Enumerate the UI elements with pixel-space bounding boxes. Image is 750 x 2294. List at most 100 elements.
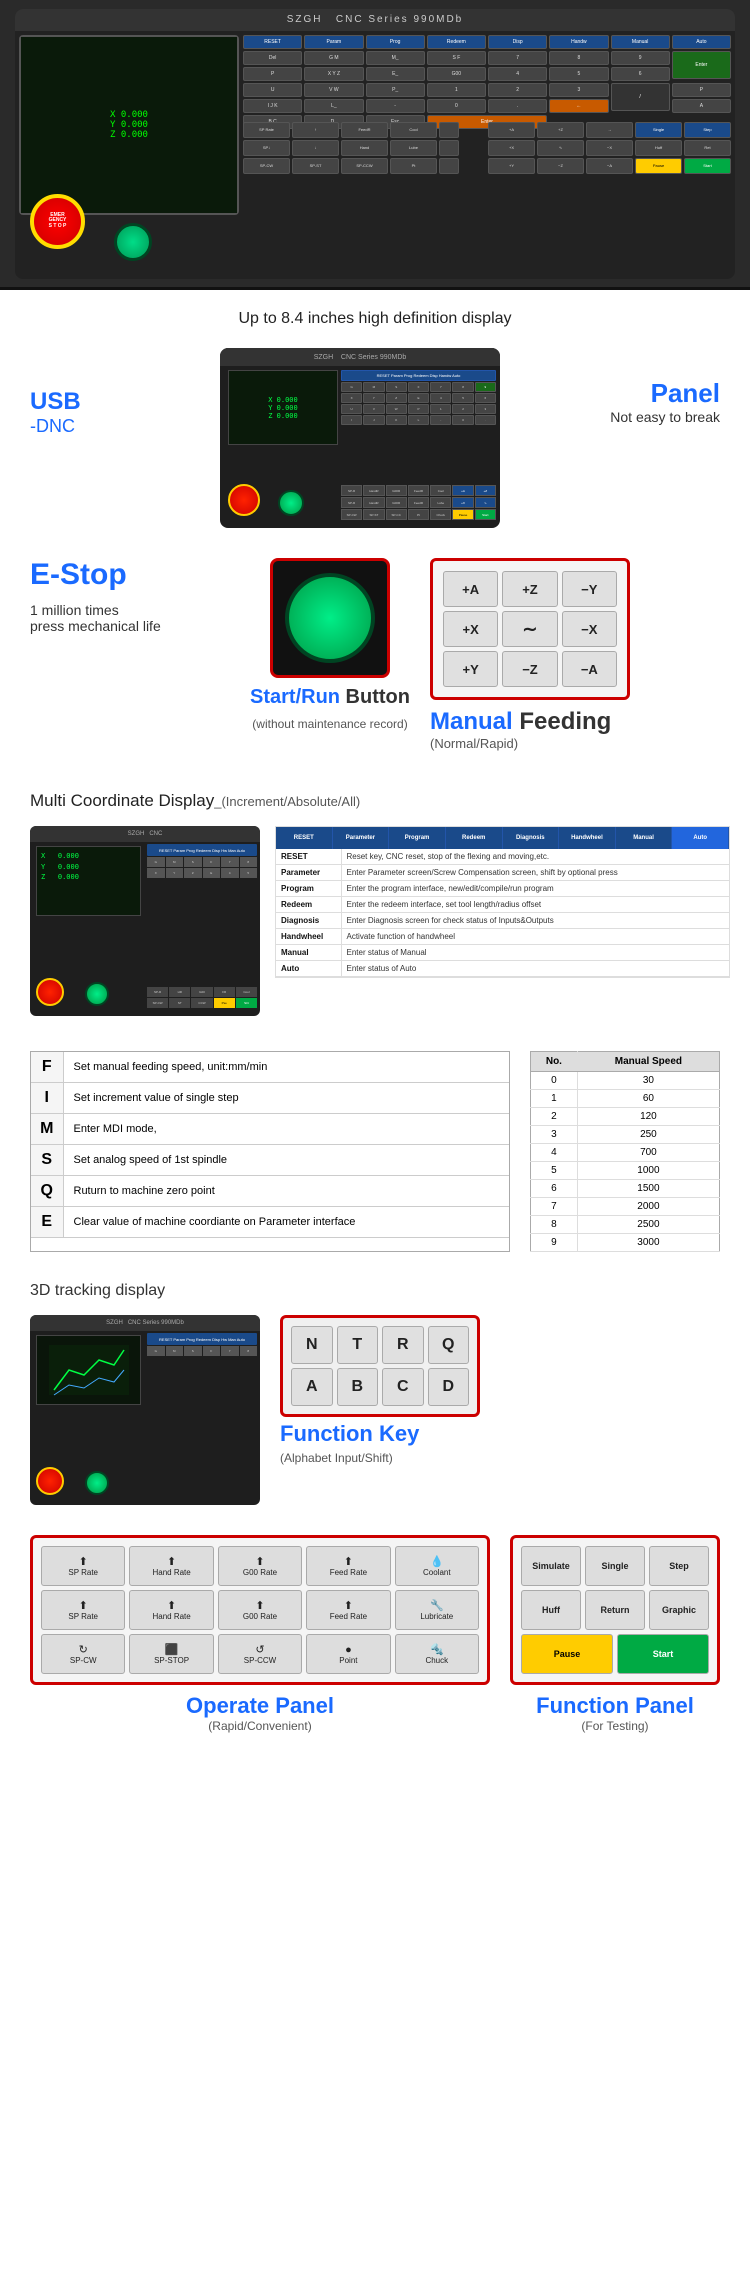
fp-cell-start[interactable]: Start [617,1634,709,1674]
op-cell-feed-rate[interactable]: ⬆Feed Rate [306,1546,390,1586]
manual-feeding-label: Manual Feeding [430,708,611,736]
fp-cell-single[interactable]: Single [585,1546,645,1586]
manual-key-4: ∼ [502,611,557,647]
section-multi-coordinate: Multi Coordinate Display_(Increment/Abso… [0,781,750,1036]
op-cell-hand-rate[interactable]: ⬆Hand Rate [129,1590,213,1630]
op-cell-g00-rate[interactable]: ⬆G00 Rate [218,1546,302,1586]
top-controller-image: SZGH CNC Series 990MDb X 0.000 Y 0.000 Z… [0,0,750,290]
emergency-stop-button[interactable]: EMERGENCYS T O P [30,194,85,249]
section-function-keys: FSet manual feeding speed, unit:mm/minIS… [0,1036,750,1267]
manual-feeding-sub: (Normal/Rapid) [430,736,518,751]
function-key-title: Function Key [280,1421,419,1447]
coord-top-btn-auto[interactable]: Auto [672,827,729,849]
coord-top-btn-parameter[interactable]: Parameter [333,827,390,849]
panel-label: Panel [590,378,720,409]
main-screen: X 0.000 Y 0.000 Z 0.000 [19,35,239,215]
operate-title: Operate Panel [30,1693,490,1719]
op-cell-chuck[interactable]: 🔩Chuck [395,1634,479,1674]
manual-key-1: +Z [502,571,557,607]
op-cell-lubricate[interactable]: 🔧Lubricate [395,1590,479,1630]
coord-table-row: RedeemEnter the redeem interface, set to… [276,897,729,913]
function-key-box: NTRQ ABCD [280,1315,480,1417]
tracking-title: 3D tracking display [30,1282,720,1300]
speed-row: 82500 [531,1216,720,1234]
fp-cell-pause[interactable]: Pause [521,1634,613,1674]
section-84-inches: Up to 8.4 inches high definition display… [0,290,750,548]
function-key-A[interactable]: A [291,1368,333,1406]
panel-sub-label: Not easy to break [590,409,720,425]
tracking-emergency [36,1467,64,1495]
function-panel-title: Function Panel [510,1693,720,1719]
op-cell-sp-rate[interactable]: ⬆SP Rate [41,1590,125,1630]
section-3d-tracking: 3D tracking display SZGH CNC Series 990M… [0,1267,750,1520]
speed-row: 72000 [531,1198,720,1216]
coord-title: Multi Coordinate Display_(Increment/Abso… [30,791,730,811]
manual-key-5: −X [562,611,617,647]
fp-cell-huff[interactable]: Huff [521,1590,581,1630]
fkey-row: MEnter MDI mode, [31,1114,509,1145]
op-cell-sp-ccw[interactable]: ↺SP-CCW [218,1634,302,1674]
fp-cell-graphic[interactable]: Graphic [649,1590,709,1630]
section-estop: E-Stop 1 million times press mechanical … [0,548,750,781]
coord-table-row: HandwheelActivate function of handwheel [276,929,729,945]
function-key-D[interactable]: D [428,1368,470,1406]
coord-emergency [36,978,64,1006]
big-estop-box [270,558,390,678]
fkey-row: FSet manual feeding speed, unit:mm/min [31,1052,509,1083]
speed-row: 4700 [531,1144,720,1162]
mini-emergency-stop [228,484,260,516]
coord-top-btn-handwheel[interactable]: Handwheel [559,827,616,849]
function-panel-sub: (For Testing) [510,1719,720,1733]
big-green-button[interactable] [285,573,375,663]
operate-panel-box: ⬆SP Rate⬆Hand Rate⬆G00 Rate⬆Feed Rate💧Co… [30,1535,490,1685]
fp-cell-return[interactable]: Return [585,1590,645,1630]
section-84-title: Up to 8.4 inches high definition display [30,310,720,328]
function-key-sub: (Alphabet Input/Shift) [280,1451,393,1465]
function-key-N[interactable]: N [291,1326,333,1364]
fkeys-table-container: FSet manual feeding speed, unit:mm/minIS… [30,1051,510,1252]
op-cell-sp-cw[interactable]: ↻SP-CW [41,1634,125,1674]
coord-table-row: ParameterEnter Parameter screen/Screw Co… [276,865,729,881]
speed-row: 3250 [531,1126,720,1144]
manual-key-3: +X [443,611,498,647]
mini-start-button [278,490,304,516]
coord-top-btn-reset[interactable]: RESET [276,827,333,849]
estop-desc1: 1 million times [30,602,230,618]
mini-controller: SZGH CNC Series 990MDb X 0.000Y 0.000Z 0… [220,348,500,528]
op-cell-g00-rate[interactable]: ⬆G00 Rate [218,1590,302,1630]
op-cell-point[interactable]: ●Point [306,1634,390,1674]
manual-key-8: −A [562,651,617,687]
function-key-C[interactable]: C [382,1368,424,1406]
manual-key-6: +Y [443,651,498,687]
usb-label: USB [30,388,130,416]
fp-cell-simulate[interactable]: Simulate [521,1546,581,1586]
op-cell-coolant[interactable]: 💧Coolant [395,1546,479,1586]
estop-desc2: press mechanical life [30,618,230,634]
speed-row: 51000 [531,1162,720,1180]
function-panel-box: SimulateSingleStep HuffReturnGraphic Pau… [510,1535,720,1685]
manual-feeding-box: +A+Z−Y+X∼−X+Y−Z−A [430,558,630,700]
coord-table-row: RESETReset key, CNC reset, stop of the f… [276,849,729,865]
coord-green-btn [85,982,109,1006]
op-cell-feed-rate[interactable]: ⬆Feed Rate [306,1590,390,1630]
function-key-R[interactable]: R [382,1326,424,1364]
start-run-button[interactable] [114,223,152,261]
top-keypad: RESET Param Prog Redeem Disp Handw Manua… [243,35,731,115]
function-key-B[interactable]: B [337,1368,379,1406]
usb-sub-label: -DNC [30,416,130,437]
fp-cell-step[interactable]: Step [649,1546,709,1586]
coord-top-btn-redeem[interactable]: Redeem [446,827,503,849]
coord-info-panel: RESETParameterProgramRedeemDiagnosisHand… [275,826,730,978]
function-key-T[interactable]: T [337,1326,379,1364]
manual-key-2: −Y [562,571,617,607]
op-cell-hand-rate[interactable]: ⬆Hand Rate [129,1546,213,1586]
fkey-row: ISet increment value of single step [31,1083,509,1114]
coord-top-btn-diagnosis[interactable]: Diagnosis [503,827,560,849]
fkey-row: QRuturn to machine zero point [31,1176,509,1207]
coord-top-btn-manual[interactable]: Manual [616,827,673,849]
fkey-row: SSet analog speed of 1st spindle [31,1145,509,1176]
op-cell-sp-stop[interactable]: ⬛SP-STOP [129,1634,213,1674]
function-key-Q[interactable]: Q [428,1326,470,1364]
coord-top-btn-program[interactable]: Program [389,827,446,849]
op-cell-sp-rate[interactable]: ⬆SP Rate [41,1546,125,1586]
